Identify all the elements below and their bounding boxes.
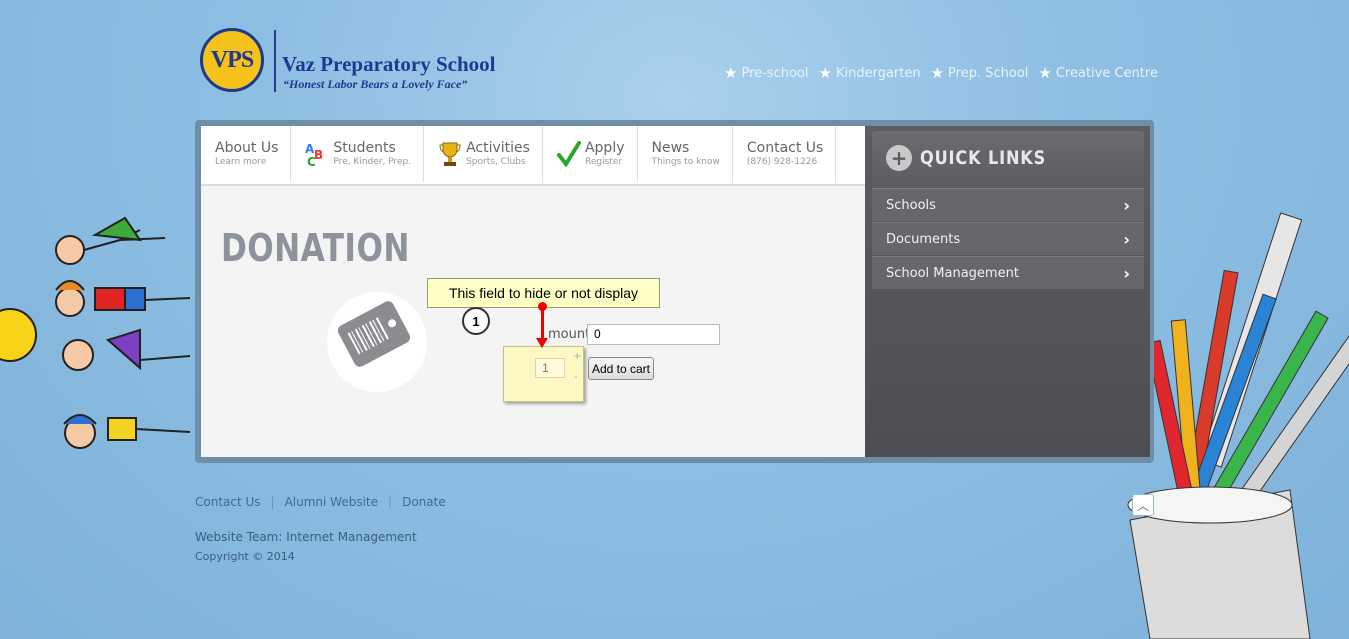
star-icon: ★ [1038,64,1052,82]
amount-input[interactable]: 0 [587,324,720,345]
menu-label: Activities Sports, Clubs [466,140,530,168]
annotation-arrow-head [536,338,548,348]
quick-links-header: + QUICK LINKS [872,131,1144,184]
main-menu: About Us Learn more ABC Students Pre, Ki… [201,126,865,186]
menu-subtitle: Register [584,157,623,167]
topnav-label: Kindergarten [835,65,921,81]
chevron-right-icon: › [1123,229,1130,249]
trophy-icon [438,140,462,168]
page-title: DONATION [221,226,410,270]
menu-label: News Things to know [652,140,720,168]
menu-title: Apply [584,140,625,156]
quick-link-documents[interactable]: Documents › [872,222,1144,255]
footer-separator: | [270,495,275,509]
top-navigation: ★ Pre-school ★ Kindergarten ★ Prep. School … [724,64,1158,82]
quick-link-label: Documents [886,231,961,247]
quantity-input[interactable]: 1 [535,358,565,378]
annotation-arrow-dot [538,302,547,311]
school-logo-badge[interactable]: VPS [200,28,264,92]
footer-links: Contact Us | Alumni Website | Donate [195,495,446,509]
menu-label: Apply Register [585,140,625,168]
topnav-label: Prep. School [948,65,1029,81]
chevron-right-icon: › [1123,263,1130,283]
copyright: Copyright © 2014 [195,550,295,563]
footer-link-alumni-website[interactable]: Alumni Website [285,495,378,509]
menu-title: News [651,140,690,156]
menu-label: About Us Learn more [215,140,278,168]
menu-title: About Us [215,140,279,156]
menu-item-activities[interactable]: Activities Sports, Clubs [424,126,543,182]
star-icon: ★ [724,64,738,82]
menu-item-contact-us[interactable]: Contact Us (876) 928-1226 [733,126,837,182]
website-team: Website Team: Internet Management [195,530,417,544]
menu-subtitle: Learn more [215,157,267,167]
topnav-creative-centre[interactable]: ★ Creative Centre [1038,64,1158,82]
menu-item-apply[interactable]: Apply Register [543,126,638,182]
menu-subtitle: Things to know [651,157,720,167]
add-to-cart-button[interactable]: Add to cart [588,357,654,380]
menu-label: Contact Us (876) 928-1226 [747,140,823,168]
school-name[interactable]: Vaz Preparatory School [282,52,495,77]
menu-title: Students [333,140,396,156]
kids-illustration [0,216,191,449]
quantity-increment[interactable]: + [573,351,581,362]
star-icon: ★ [818,64,832,82]
annotation-step-number: 1 [462,307,490,335]
quick-link-label: Schools [886,197,936,213]
topnav-preschool[interactable]: ★ Pre-school [724,64,809,82]
menu-subtitle: Pre, Kinder, Prep. [333,157,412,167]
topnav-label: Creative Centre [1055,65,1158,81]
menu-label: Students Pre, Kinder, Prep. [333,140,411,168]
menu-item-about-us[interactable]: About Us Learn more [201,126,292,182]
abc-blocks-icon: ABC [305,140,329,168]
menu-subtitle: Sports, Clubs [466,157,526,167]
quick-link-school-management[interactable]: School Management › [872,256,1144,289]
annotation-arrow-line [541,308,544,342]
menu-item-students[interactable]: ABC Students Pre, Kinder, Prep. [291,126,425,182]
amount-label: mount [548,327,591,342]
chevron-up-icon: ︿ [1136,498,1149,513]
menu-title: Activities [466,140,530,156]
footer-link-donate[interactable]: Donate [402,495,446,509]
logo-divider [274,30,276,92]
svg-text:C: C [307,155,316,167]
quick-link-label: School Management [886,265,1019,281]
quantity-decrement[interactable]: - [574,372,578,383]
scroll-to-top-button[interactable]: ︿ [1132,494,1154,516]
chevron-right-icon: › [1123,195,1130,215]
topnav-label: Pre-school [741,65,809,81]
topnav-prep-school[interactable]: ★ Prep. School [931,64,1029,82]
star-icon: ★ [930,64,945,82]
quick-links-title: QUICK LINKS [920,146,1047,169]
plus-circle-icon: + [886,144,912,171]
logo-badge-text: VPS [210,46,254,73]
menu-item-news[interactable]: News Things to know [638,126,733,182]
footer-separator: | [388,495,393,509]
footer-link-contact-us[interactable]: Contact Us [195,495,261,509]
checkmark-icon [556,140,581,168]
school-motto: “Honest Labor Bears a Lovely Face” [283,77,468,91]
menu-subtitle: (876) 928-1226 [746,157,818,167]
quick-link-schools[interactable]: Schools › [872,188,1144,221]
topnav-kindergarten[interactable]: ★ Kindergarten [819,64,921,82]
menu-title: Contact Us [746,140,824,156]
